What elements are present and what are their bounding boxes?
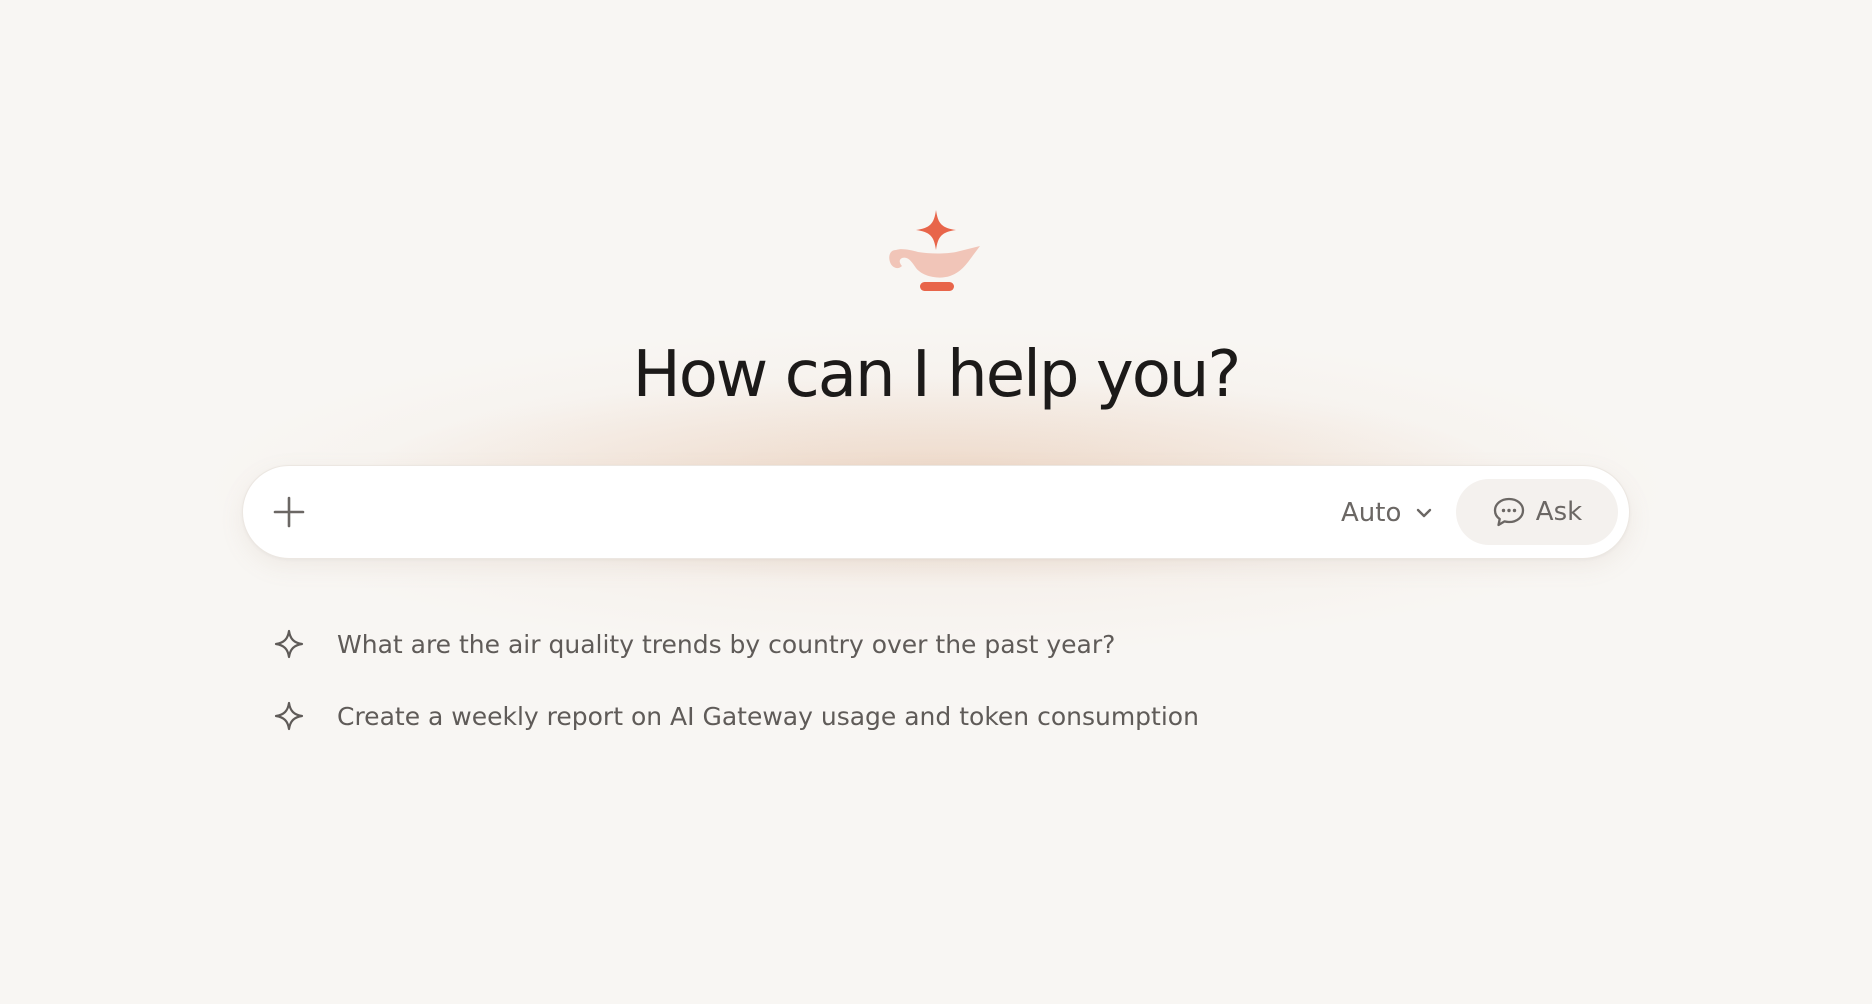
ask-button[interactable]: Ask (1456, 479, 1618, 545)
chat-input[interactable] (329, 486, 1333, 540)
plus-icon (273, 496, 305, 528)
suggestion-item[interactable]: Create a weekly report on AI Gateway usa… (270, 692, 1570, 740)
suggestion-item[interactable]: What are the air quality trends by count… (270, 620, 1570, 668)
mode-label: Auto (1341, 498, 1402, 528)
chat-composer: Auto Ask (242, 465, 1630, 559)
suggestion-text: Create a weekly report on AI Gateway usa… (337, 701, 1199, 731)
sparkle-icon (270, 625, 308, 663)
chevron-down-icon (1417, 508, 1432, 518)
sparkle-icon (270, 697, 308, 735)
mode-dropdown[interactable]: Auto (1341, 490, 1433, 536)
suggestion-list: What are the air quality trends by count… (270, 620, 1570, 764)
ask-label: Ask (1535, 497, 1583, 527)
add-attachment-button[interactable] (269, 492, 309, 532)
genie-lamp-logo-icon (889, 210, 980, 291)
suggestion-text: What are the air quality trends by count… (337, 629, 1116, 659)
page-title: How can I help you? (632, 338, 1242, 412)
chat-bubble-icon (1493, 497, 1524, 527)
